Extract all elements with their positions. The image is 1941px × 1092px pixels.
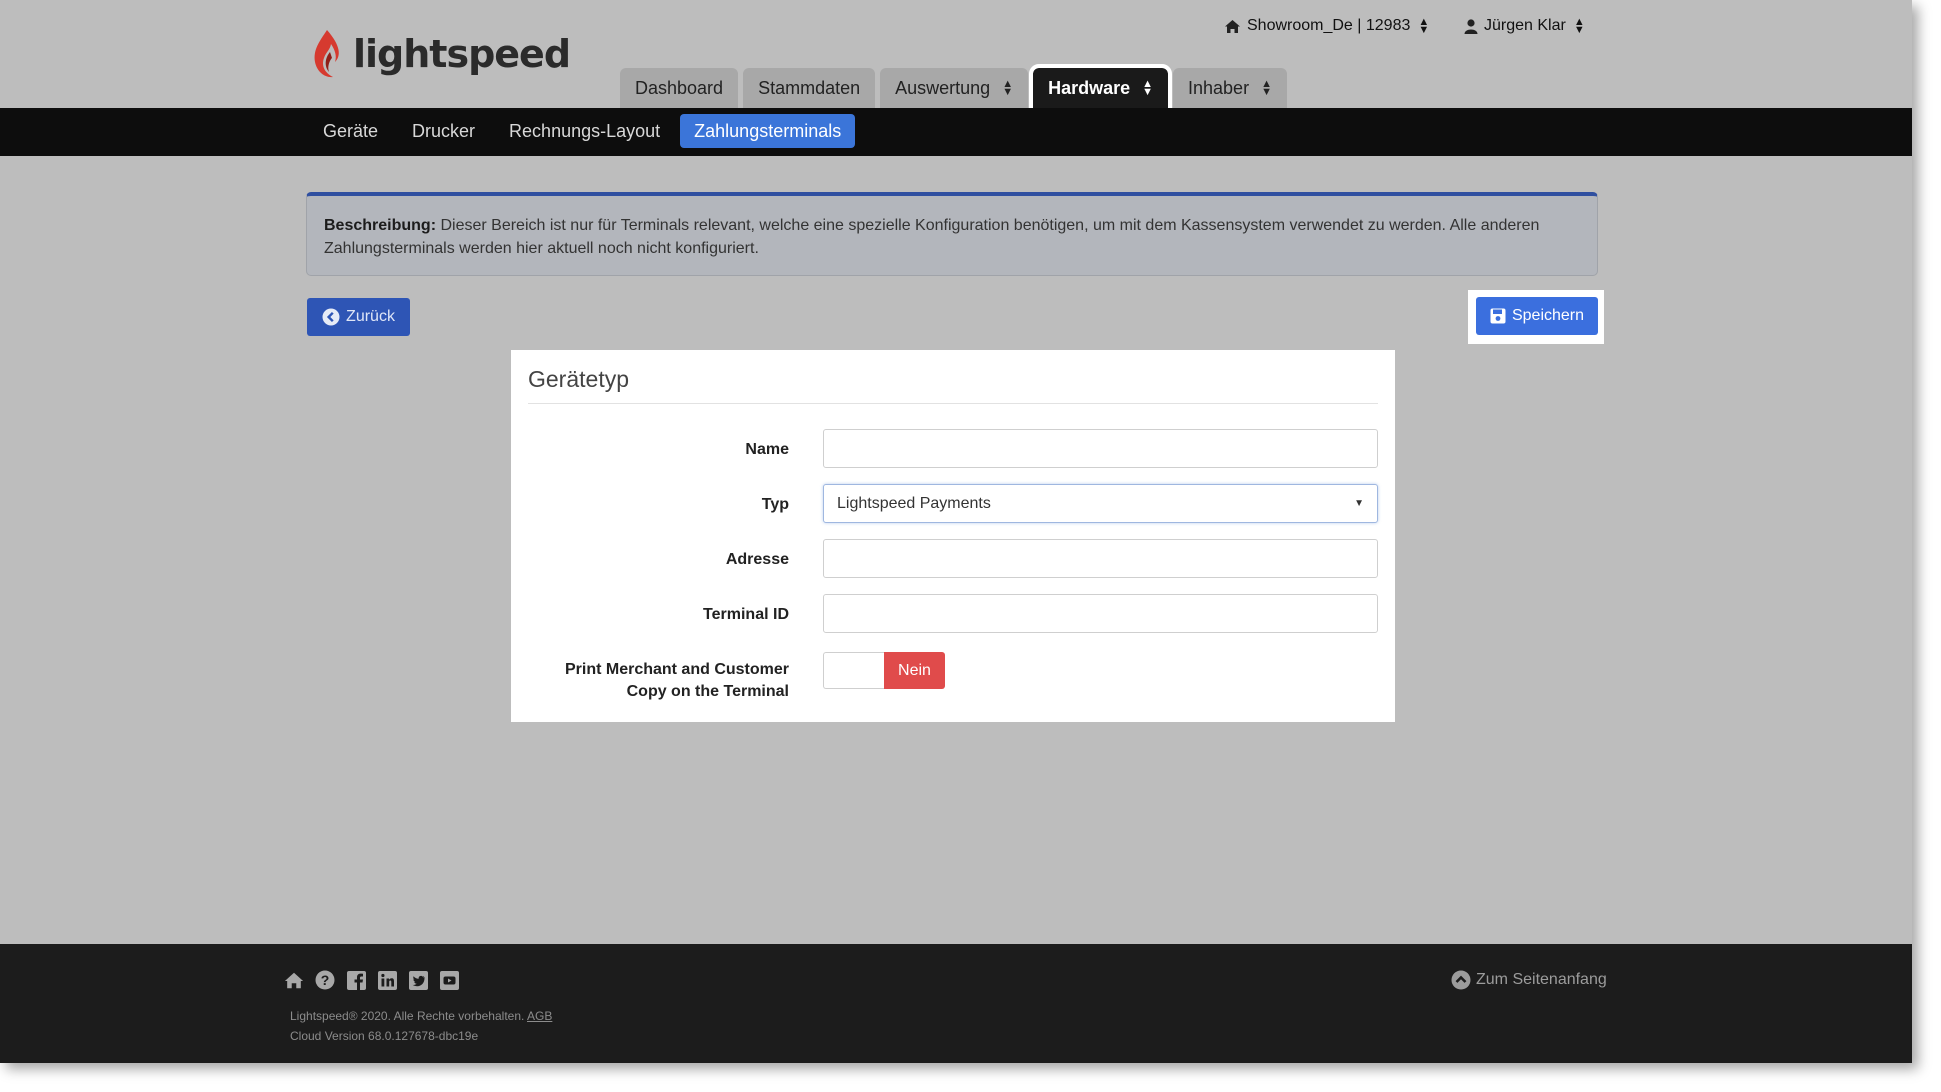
toggle-yes-side[interactable] bbox=[823, 652, 884, 689]
sort-icon: ▲ ▼ bbox=[1142, 78, 1154, 98]
store-label: Showroom_De | 12983 bbox=[1247, 17, 1411, 34]
footer: ? Lightspeed® 2020. Alle Rechte vorbehal… bbox=[0, 944, 1912, 1063]
app-window: lightspeed Showroom_De | 12983 ▲ ▼ Jürgen… bbox=[0, 0, 1912, 1063]
tab-label: Dashboard bbox=[635, 77, 724, 98]
tab-auswertung[interactable]: Auswertung ▲ ▼ bbox=[880, 68, 1029, 108]
divider bbox=[528, 403, 1378, 404]
linkedin-icon[interactable] bbox=[377, 970, 397, 990]
save-button[interactable]: Speichern bbox=[1476, 297, 1598, 335]
user-icon bbox=[1464, 18, 1478, 34]
caret-down-icon: ▼ bbox=[1354, 498, 1364, 509]
chevron-up-circle-icon bbox=[1451, 970, 1471, 990]
type-label: Typ bbox=[761, 496, 789, 513]
subnav-item-geraete[interactable]: Geräte bbox=[309, 114, 392, 148]
subnav-item-rechnungs-layout[interactable]: Rechnungs-Layout bbox=[495, 114, 674, 148]
footer-copyright: Lightspeed® 2020. Alle Rechte vorbehalte… bbox=[290, 1006, 552, 1046]
header: lightspeed Showroom_De | 12983 ▲ ▼ Jürgen… bbox=[0, 0, 1912, 112]
name-label: Name bbox=[745, 441, 789, 458]
sort-icon: ▲ ▼ bbox=[1002, 78, 1014, 98]
tab-stammdaten[interactable]: Stammdaten bbox=[743, 68, 876, 108]
address-field[interactable] bbox=[823, 539, 1378, 578]
home-icon[interactable] bbox=[284, 970, 304, 990]
terminal-id-field[interactable] bbox=[823, 594, 1378, 633]
type-select-value: Lightspeed Payments bbox=[837, 494, 991, 512]
subnav-item-zahlungsterminals[interactable]: Zahlungsterminals bbox=[680, 114, 856, 148]
facebook-icon[interactable] bbox=[346, 970, 366, 990]
description-text: Dieser Bereich ist nur für Terminals rel… bbox=[324, 217, 1540, 257]
help-icon[interactable]: ? bbox=[315, 970, 335, 990]
subnav-item-drucker[interactable]: Drucker bbox=[398, 114, 489, 148]
address-label: Adresse bbox=[725, 551, 789, 568]
sort-icon: ▲ ▼ bbox=[1573, 16, 1585, 36]
back-to-top-label: Zum Seitenanfang bbox=[1476, 971, 1607, 988]
tab-label: Inhaber bbox=[1188, 77, 1250, 98]
terminal-id-label: Terminal ID bbox=[703, 606, 789, 623]
chevron-left-circle-icon bbox=[322, 308, 340, 326]
user-menu[interactable]: Jürgen Klar ▲ ▼ bbox=[1464, 16, 1585, 36]
type-select[interactable]: Lightspeed Payments ▼ bbox=[823, 484, 1378, 523]
main-tabs: Dashboard Stammdaten Auswertung ▲ ▼ Hardwa… bbox=[620, 64, 1287, 112]
logo[interactable]: lightspeed bbox=[311, 28, 571, 80]
print-copy-label-line2: Copy on the Terminal bbox=[626, 683, 789, 700]
form-panel: Gerätetyp Name Typ Lightspeed Payments ▼… bbox=[511, 350, 1395, 722]
agb-link[interactable]: AGB bbox=[527, 1009, 552, 1023]
print-copy-label: Print Merchant and Customer Copy on the … bbox=[565, 659, 789, 703]
save-button-highlight: Speichern bbox=[1468, 290, 1604, 344]
store-selector[interactable]: Showroom_De | 12983 ▲ ▼ bbox=[1224, 16, 1430, 36]
name-field[interactable] bbox=[823, 429, 1378, 468]
back-button[interactable]: Zurück bbox=[307, 298, 410, 336]
back-label: Zurück bbox=[346, 308, 395, 325]
print-copy-label-line1: Print Merchant and Customer bbox=[564, 661, 789, 678]
twitter-icon[interactable] bbox=[408, 970, 428, 990]
tab-dashboard[interactable]: Dashboard bbox=[620, 68, 739, 108]
version-text: Cloud Version 68.0.127678-dbc19e bbox=[290, 1029, 479, 1043]
sub-navigation: Geräte Drucker Rechnungs-Layout Zahlungs… bbox=[0, 108, 1912, 156]
home-icon bbox=[1225, 19, 1240, 33]
sort-icon: ▲ ▼ bbox=[1418, 16, 1430, 36]
user-name: Jürgen Klar bbox=[1484, 17, 1566, 34]
tab-label: Auswertung bbox=[895, 77, 991, 98]
sort-icon: ▲ ▼ bbox=[1261, 78, 1272, 98]
svg-text:?: ? bbox=[321, 972, 330, 988]
description-label: Beschreibung: bbox=[324, 217, 437, 234]
tab-inhaber[interactable]: Inhaber ▲ ▼ bbox=[1173, 68, 1287, 108]
lightspeed-flame-icon bbox=[314, 30, 339, 78]
copyright-text: Lightspeed® 2020. Alle Rechte vorbehalte… bbox=[290, 1009, 525, 1023]
tab-label: Stammdaten bbox=[758, 77, 861, 98]
tab-label: Hardware bbox=[1048, 77, 1131, 98]
floppy-disk-icon bbox=[1490, 308, 1506, 324]
panel-title: Gerätetyp bbox=[528, 366, 629, 392]
description-box: Beschreibung: Dieser Bereich ist nur für… bbox=[306, 192, 1598, 276]
tab-hardware[interactable]: Hardware ▲ ▼ bbox=[1029, 64, 1173, 112]
youtube-icon[interactable] bbox=[439, 970, 459, 990]
save-label: Speichern bbox=[1511, 307, 1585, 324]
footer-icons: ? bbox=[284, 970, 459, 990]
back-to-top-link[interactable]: Zum Seitenanfang bbox=[1451, 970, 1607, 990]
print-copy-toggle[interactable]: Nein bbox=[823, 652, 945, 689]
toggle-no-side[interactable]: Nein bbox=[884, 652, 945, 689]
logo-text: lightspeed bbox=[353, 32, 571, 76]
